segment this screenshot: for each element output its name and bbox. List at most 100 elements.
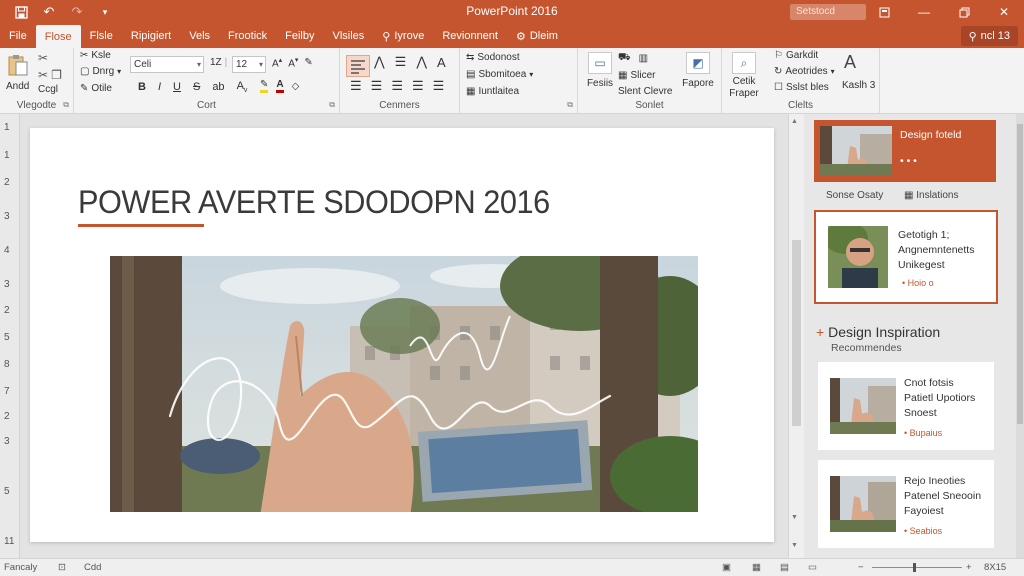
spacing-icon[interactable]: Av [237, 80, 248, 94]
font-color-button[interactable]: A [276, 79, 284, 93]
editing-item-3[interactable]: ☐ Sslst bles [774, 82, 829, 93]
font-name-combo[interactable]: Celi ▾ [130, 56, 204, 73]
slide-title[interactable]: POWER AVERTE SDODOPN 2016 [78, 184, 550, 221]
find-icon[interactable]: ⌕ [732, 52, 756, 74]
design-idea-top[interactable]: Design foteld • • • [814, 120, 996, 182]
indent-icon[interactable]: ⋀ [416, 54, 427, 70]
align-left-button[interactable] [346, 55, 370, 77]
scroll-end-icon[interactable]: ▼ [791, 542, 798, 549]
cut-button[interactable]: ✂ [38, 51, 48, 65]
grow-font-icon: A▴ [272, 57, 283, 70]
replace-button[interactable]: Fraper [724, 88, 764, 99]
font-size-combo[interactable]: 12 ▾ [232, 56, 266, 73]
columns-icon[interactable]: ☰ [433, 78, 445, 94]
sheet-button[interactable]: Slent Clevre [618, 86, 672, 97]
align-right-icon[interactable]: ☰ [391, 78, 403, 94]
align-text-button[interactable]: ▤ Sbomitoea ▾ [466, 69, 533, 80]
normal-view-icon[interactable]: ▣ [722, 562, 731, 573]
zoom-level[interactable]: 8X15 [984, 562, 1006, 573]
inspiration-card-2[interactable]: Rejo Ineoties Patenel Sneooin Fayoiest •… [818, 460, 994, 548]
shape-fill-icon[interactable]: ◩ [686, 52, 710, 74]
tab-review[interactable]: Vlsiles [324, 24, 374, 48]
share-button[interactable]: ⚲ ncl 13 [960, 26, 1018, 46]
clipboard-launcher-icon[interactable]: ⧉ [63, 100, 69, 110]
format-painter-button[interactable]: Ccgl [38, 84, 58, 95]
reading-view-icon[interactable]: ▤ [780, 562, 789, 573]
italic-button[interactable]: I [158, 81, 161, 93]
notes-button[interactable]: Cdd [84, 562, 101, 573]
shapes-icon[interactable]: ▭ [588, 52, 612, 74]
slide[interactable]: POWER AVERTE SDODOPN 2016 [30, 128, 774, 542]
title-search-box[interactable]: Setstocd [790, 4, 866, 20]
zoom-out-icon[interactable]: − [858, 562, 864, 573]
tab-design[interactable]: Ripigiert [122, 24, 180, 48]
inspiration-card-1[interactable]: Cnot fotsis Patietl Upotiors Snoest • Bu… [818, 362, 994, 450]
zoom-slider[interactable] [872, 567, 962, 568]
tab-slideshow[interactable]: Feilby [276, 24, 323, 48]
underline-button[interactable]: U [173, 81, 181, 93]
save-icon[interactable] [12, 3, 30, 21]
restore-icon[interactable] [944, 0, 984, 24]
font-item-1[interactable]: ✂ Ksle [80, 50, 111, 61]
distribute-icon[interactable]: ☰ [412, 78, 424, 94]
bold-button[interactable]: B [138, 81, 146, 93]
pane-tab-2[interactable]: ▦ Inslations [904, 190, 958, 201]
align-center-icon[interactable]: ☰ [371, 78, 383, 94]
tab-tell-me[interactable]: ⚲ Iyrove [373, 24, 433, 48]
scroll-up-icon[interactable]: ▲ [791, 118, 798, 125]
slideshow-icon[interactable]: ▭ [808, 562, 817, 573]
tab-view[interactable]: Revionnent [433, 24, 507, 48]
tab-home[interactable]: Flose [35, 25, 81, 48]
case-icon[interactable]: ◇ [292, 81, 300, 92]
designer-button[interactable]: Kaslh 3 [842, 80, 875, 91]
slide-sorter-icon[interactable]: ▦ [752, 562, 761, 573]
quick-styles-icon[interactable]: ▥ [639, 53, 648, 64]
tab-animations[interactable]: Frootick [219, 24, 276, 48]
tab-insert[interactable]: Flsle [81, 24, 122, 48]
zoom-in-icon[interactable]: + [966, 562, 972, 573]
text-shadow-icon[interactable]: ab [212, 81, 224, 93]
shapes-button[interactable]: Fesiis [580, 78, 620, 89]
close-icon[interactable]: ✕ [984, 0, 1024, 24]
undo-icon[interactable]: ↶ [40, 3, 58, 21]
paste-button[interactable]: Andd [6, 53, 29, 92]
customize-qat-icon[interactable]: ▾ [96, 3, 114, 21]
pane-scroll-thumb[interactable] [1017, 124, 1023, 424]
font-item-3[interactable]: ✎ Otile [80, 83, 112, 94]
scroll-down-icon[interactable]: ▼ [791, 514, 798, 521]
find-button[interactable]: Cetik [724, 76, 764, 87]
smartart-button[interactable]: ▦ Iuntlaitea [466, 86, 519, 97]
text-direction-button[interactable]: ⇆ Sodonost [466, 52, 520, 63]
pane-scrollbar[interactable] [1016, 114, 1024, 558]
pane-tab-1[interactable]: Sonse Osaty [826, 190, 883, 201]
designer-icon[interactable]: A [844, 52, 856, 73]
shape-fill-button[interactable]: Fapore [678, 78, 718, 89]
slide-photo[interactable] [110, 256, 698, 512]
text-a-icon[interactable]: A [437, 55, 446, 70]
highlight-color-button[interactable]: ✎ [260, 79, 269, 93]
grow-shrink-buttons[interactable]: A▴ A▾ ✎ [272, 56, 313, 69]
list-icon[interactable]: ☰ [395, 54, 407, 70]
slicer-button[interactable]: ▦ Slicer [618, 70, 655, 81]
align-justify-icon[interactable]: ☰ [350, 78, 362, 94]
tab-file[interactable]: File [0, 24, 36, 48]
editing-item-1[interactable]: ⚐ Garkdit [774, 50, 818, 61]
spellcheck-icon[interactable]: ⊡ [58, 562, 66, 573]
minimize-icon[interactable]: — [904, 0, 944, 24]
tab-search[interactable]: ⚙ Dleim [507, 24, 567, 48]
redo-icon[interactable]: ↷ [68, 3, 86, 21]
slide-scrollbar[interactable]: ▲ ▼ ▼ [788, 114, 804, 558]
font-item-2[interactable]: ▢ Dnrg ▾ [80, 66, 121, 77]
arrange-icon[interactable]: ⛟ [618, 52, 631, 65]
strike-button[interactable]: S [193, 81, 200, 93]
caret-up-icon[interactable]: ⋀ [374, 54, 385, 70]
design-idea-selected[interactable]: Getotigh 1; Angnemntenetts Unikegest • H… [814, 210, 998, 304]
font-launcher-icon[interactable]: ⧉ [329, 100, 335, 110]
ribbon-display-icon[interactable] [864, 0, 904, 24]
scroll-thumb[interactable] [792, 240, 801, 426]
tab-transitions[interactable]: Vels [180, 24, 219, 48]
zoom-slider-thumb[interactable] [913, 563, 916, 572]
editing-item-2[interactable]: ↻ Aeotrides ▾ [774, 66, 835, 77]
copy-button[interactable]: ✂ ❐ [38, 68, 62, 82]
paragraph-launcher-icon[interactable]: ⧉ [567, 100, 573, 110]
